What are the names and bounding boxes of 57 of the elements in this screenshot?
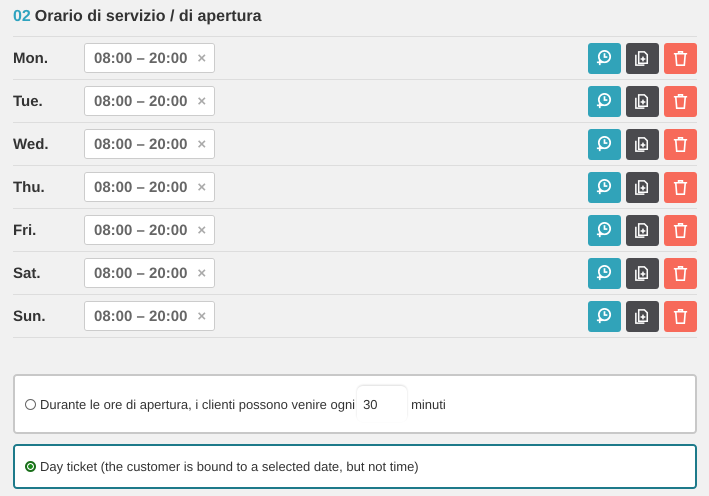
trash-icon [671, 306, 690, 326]
clock-plus-icon [595, 48, 614, 68]
clock-plus-icon [595, 178, 614, 196]
time-range-field[interactable]: 08:00 – 20:00 × [84, 86, 216, 116]
copy-button[interactable] [626, 86, 659, 116]
option-label: Day ticket (the customer is bound to a selected date, but not time) [40, 459, 419, 474]
day-label: Sun. [13, 308, 46, 324]
delete-button[interactable] [664, 172, 697, 202]
delete-button[interactable] [664, 86, 697, 116]
unit-label: minuti [411, 396, 446, 412]
trash-icon [671, 134, 690, 154]
trash-icon [671, 92, 690, 110]
copy-button[interactable] [626, 300, 659, 332]
radio-button[interactable] [25, 398, 36, 410]
delete-button[interactable] [664, 42, 697, 74]
trash-icon [671, 264, 690, 282]
add-time-button[interactable] [588, 258, 621, 288]
time-range-field[interactable]: 08:00 – 20:00 × [84, 301, 216, 331]
minutes-field[interactable]: 30 [357, 386, 408, 422]
add-time-button[interactable] [588, 86, 621, 116]
day-label: Sat. [13, 264, 42, 282]
copy-button[interactable] [626, 42, 659, 74]
section-title: Orario di servizio / di apertura [34, 8, 262, 26]
copy-button[interactable] [626, 258, 659, 288]
time-range-field[interactable]: 08:00 – 20:00 × [84, 258, 216, 288]
add-time-button[interactable] [588, 214, 621, 246]
time-range-field[interactable]: 08:00 – 20:00 × [84, 129, 216, 159]
day-label: Tue. [13, 92, 44, 110]
day-label: Thu. [13, 178, 46, 196]
clock-plus-icon [595, 134, 614, 154]
copy-button[interactable] [626, 128, 659, 160]
copy-button[interactable] [626, 214, 659, 246]
radio-button[interactable] [25, 461, 36, 472]
trash-icon [671, 178, 690, 196]
delete-button[interactable] [664, 258, 697, 288]
day-label: Wed. [13, 136, 50, 152]
add-time-button[interactable] [588, 128, 621, 160]
day-label: Mon. [13, 50, 49, 66]
delete-button[interactable] [664, 300, 697, 332]
option-label: Durante le ore di apertura, i clienti possono venire ogni [40, 396, 356, 412]
add-time-button[interactable] [588, 300, 621, 332]
delete-button[interactable] [664, 214, 697, 246]
trash-icon [671, 48, 690, 68]
time-range-field[interactable]: 08:00 – 20:00 × [84, 215, 216, 245]
trash-icon [671, 220, 690, 240]
add-time-button[interactable] [588, 42, 621, 74]
clock-plus-icon [595, 220, 614, 240]
add-time-button[interactable] [588, 172, 621, 202]
day-label: Fri. [13, 222, 38, 238]
time-range-field[interactable]: 08:00 – 20:00 × [84, 172, 216, 202]
clock-plus-icon [595, 92, 614, 110]
section-number: 02 [13, 8, 31, 26]
clock-plus-icon [595, 264, 614, 282]
clock-plus-icon [595, 306, 614, 326]
time-range-field[interactable]: 08:00 – 20:00 × [84, 43, 216, 73]
delete-button[interactable] [664, 128, 697, 160]
copy-button[interactable] [626, 172, 659, 202]
